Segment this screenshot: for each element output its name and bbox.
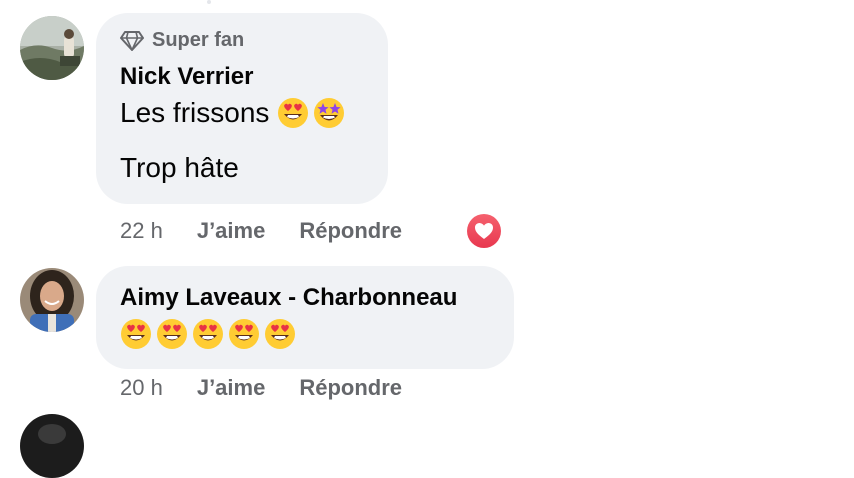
badge-label: Super fan — [152, 29, 245, 51]
comment-timestamp[interactable]: 22 h — [120, 218, 163, 244]
thread-connector — [207, 0, 211, 4]
like-button[interactable]: J’aime — [197, 375, 266, 401]
heart-eyes-emoji — [157, 319, 187, 349]
comment-bubble: Super fan Nick Verrier Les frissons Trop… — [96, 13, 388, 204]
super-fan-badge[interactable]: Super fan — [120, 29, 244, 52]
avatar-aimy-laveaux-charbonneau[interactable] — [20, 268, 84, 332]
comment-text-line-2: Trop hâte — [120, 152, 239, 184]
heart-eyes-emoji — [229, 319, 259, 349]
reply-button[interactable]: Répondre — [299, 375, 402, 401]
comment-author[interactable]: Aimy Laveaux - Charbonneau — [120, 284, 457, 312]
comment-author[interactable]: Nick Verrier — [120, 63, 253, 91]
comment-timestamp[interactable]: 20 h — [120, 375, 163, 401]
emoji-group — [120, 318, 296, 350]
comment-text: Les frissons — [120, 97, 270, 128]
comment-actions: 20 h J’aime Répondre — [120, 375, 436, 401]
comment-bubble: Aimy Laveaux - Charbonneau — [96, 266, 514, 369]
heart-eyes-emoji — [193, 319, 223, 349]
like-button[interactable]: J’aime — [197, 218, 266, 244]
heart-icon — [467, 214, 501, 248]
heart-eyes-emoji — [265, 319, 295, 349]
star-struck-emoji — [314, 98, 345, 128]
comment-text-line — [120, 318, 296, 350]
emoji-group — [277, 97, 345, 129]
heart-eyes-emoji — [121, 319, 151, 349]
comment-actions: 22 h J’aime Répondre — [120, 218, 436, 244]
comment-text-line: Les frissons — [120, 97, 345, 129]
love-reaction-icon[interactable] — [465, 212, 503, 250]
heart-eyes-emoji — [278, 98, 309, 128]
comment-text: Trop hâte — [120, 152, 239, 183]
reply-button[interactable]: Répondre — [299, 218, 402, 244]
diamond-icon — [120, 30, 144, 51]
avatar-nick-verrier[interactable] — [20, 16, 84, 80]
